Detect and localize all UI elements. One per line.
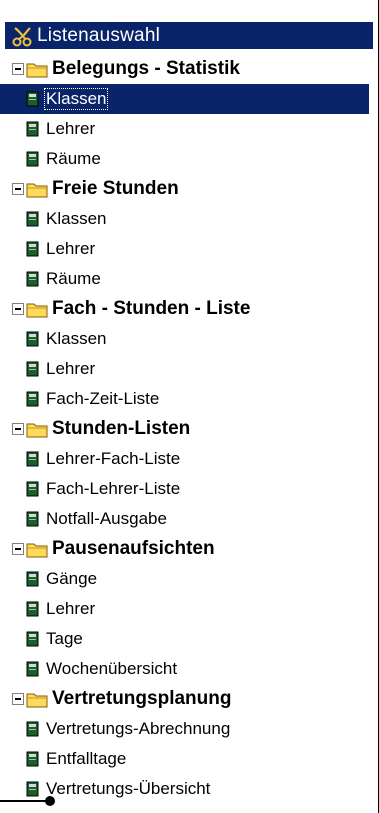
collapse-toggle-icon[interactable] (12, 543, 24, 555)
tree-item-label: Fach-Lehrer-Liste (46, 479, 181, 498)
tree-list-item[interactable]: Klassen (12, 324, 374, 354)
tree-list-item[interactable]: Räume (12, 264, 374, 294)
list-document-icon (26, 361, 39, 377)
list-document-icon (26, 391, 39, 407)
tree-list-item[interactable]: Klassen (0, 84, 369, 114)
list-document-icon (26, 331, 39, 347)
collapse-toggle-icon[interactable] (12, 423, 24, 435)
tree-list-item[interactable]: Vertretungs-Abrechnung (12, 714, 374, 744)
tree-list-item[interactable]: Tage (12, 624, 374, 654)
tree-group-node[interactable]: Freie Stunden (12, 174, 374, 204)
tree-item-label: Klassen (46, 329, 107, 348)
list-tree[interactable]: Belegungs - Statistik Klassen Lehrer Räu… (0, 54, 374, 804)
tree-item-label: Räume (46, 149, 101, 168)
list-document-icon (26, 511, 39, 527)
list-document-icon (26, 271, 39, 287)
panel-title: Listenauswahl (37, 24, 161, 46)
list-document-icon (26, 721, 39, 737)
tree-item-label: Gänge (46, 569, 98, 588)
list-document-icon (26, 91, 39, 107)
tree-group-node[interactable]: Stunden-Listen (12, 414, 374, 444)
tree-item-label: Vertretungs-Abrechnung (46, 719, 231, 738)
list-document-icon (26, 571, 39, 587)
folder-open-icon (26, 423, 48, 437)
tree-group-node[interactable]: Belegungs - Statistik (12, 54, 374, 84)
list-document-icon (26, 601, 39, 617)
tree-group-node[interactable]: Pausenaufsichten (12, 534, 374, 564)
tree-list-item[interactable]: Vertretungs-Übersicht (12, 774, 374, 804)
tree-item-label: Fach-Zeit-Liste (46, 389, 160, 408)
list-document-icon (26, 631, 39, 647)
list-document-icon (26, 661, 39, 677)
list-document-icon (26, 151, 39, 167)
list-document-icon (26, 451, 39, 467)
tree-list-item[interactable]: Lehrer (12, 594, 374, 624)
tree-group-label: Stunden-Listen (52, 418, 191, 439)
list-selection-panel: Listenauswahl Belegungs - Statistik Klas… (0, 0, 379, 813)
tree-list-item[interactable]: Lehrer-Fach-Liste (12, 444, 374, 474)
tree-group-label: Fach - Stunden - Liste (52, 298, 251, 319)
folder-open-icon (26, 63, 48, 77)
folder-open-icon (26, 183, 48, 197)
list-document-icon (26, 121, 39, 137)
tree-list-item[interactable]: Lehrer (12, 354, 374, 384)
tree-group-node[interactable]: Vertretungsplanung (12, 684, 374, 714)
tree-list-item[interactable]: Lehrer (12, 234, 374, 264)
collapse-toggle-icon[interactable] (12, 693, 24, 705)
list-document-icon (26, 241, 39, 257)
folder-open-icon (26, 303, 48, 317)
tree-item-label: Lehrer (46, 239, 96, 258)
tree-item-label: Vertretungs-Übersicht (46, 779, 211, 798)
tree-group-node[interactable]: Fach - Stunden - Liste (12, 294, 374, 324)
tree-item-label: Klassen (46, 209, 107, 228)
list-document-icon (26, 211, 39, 227)
panel-titlebar: Listenauswahl (5, 22, 373, 49)
tree-list-item[interactable]: Räume (12, 144, 374, 174)
tree-item-label: Lehrer (46, 119, 96, 138)
tree-item-label: Klassen (44, 88, 109, 110)
folder-open-icon (26, 693, 48, 707)
tree-item-label: Lehrer (46, 359, 96, 378)
scissors-tool-icon (12, 26, 32, 46)
collapse-toggle-icon[interactable] (12, 183, 24, 195)
list-document-icon (26, 481, 39, 497)
tree-list-item[interactable]: Klassen (12, 204, 374, 234)
tree-item-label: Notfall-Ausgabe (46, 509, 167, 528)
tree-list-item[interactable]: Fach-Lehrer-Liste (12, 474, 374, 504)
tree-group-label: Pausenaufsichten (52, 538, 215, 559)
collapse-toggle-icon[interactable] (12, 63, 24, 75)
tree-item-label: Wochenübersicht (46, 659, 178, 678)
tree-list-item[interactable]: Notfall-Ausgabe (12, 504, 374, 534)
tree-item-label: Lehrer (46, 599, 96, 618)
tree-group-label: Belegungs - Statistik (52, 58, 240, 79)
tree-list-item[interactable]: Fach-Zeit-Liste (12, 384, 374, 414)
tree-list-item[interactable]: Entfalltage (12, 744, 374, 774)
tree-list-item[interactable]: Gänge (12, 564, 374, 594)
tree-item-label: Räume (46, 269, 101, 288)
tree-group-label: Vertretungsplanung (52, 688, 232, 709)
list-document-icon (26, 751, 39, 767)
collapse-toggle-icon[interactable] (12, 303, 24, 315)
tree-item-label: Tage (46, 629, 83, 648)
folder-open-icon (26, 543, 48, 557)
callout-pointer-line (0, 796, 55, 806)
tree-item-label: Lehrer-Fach-Liste (46, 449, 181, 468)
tree-list-item[interactable]: Wochenübersicht (12, 654, 374, 684)
tree-group-label: Freie Stunden (52, 178, 179, 199)
tree-item-label: Entfalltage (46, 749, 127, 768)
tree-list-item[interactable]: Lehrer (12, 114, 374, 144)
